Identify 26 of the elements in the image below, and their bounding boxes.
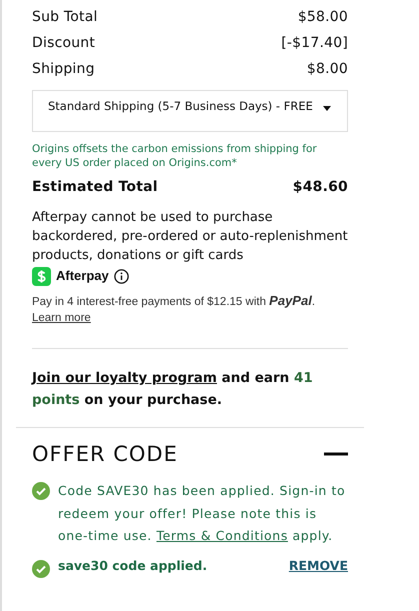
total-value: $48.60 bbox=[292, 179, 348, 195]
offer-code-title: OFFER CODE bbox=[32, 442, 178, 466]
carbon-note: Origins offsets the carbon emissions from shipping for every US order placed on Origins.com* bbox=[32, 142, 318, 170]
summary-value: $8.00 bbox=[306, 61, 348, 77]
loyalty-text: Join our loyalty program and earn 41 points on your purchase. bbox=[32, 369, 314, 410]
total-label: Estimated Total bbox=[32, 179, 158, 195]
check-icon bbox=[32, 560, 50, 578]
afterpay-brand: Afterpay bbox=[56, 267, 109, 285]
check-icon bbox=[32, 482, 50, 500]
caret-icon bbox=[323, 106, 331, 111]
afterpay-note: Afterpay cannot be used to purchase backordered, pre-ordered or auto-replenishment products, donations or gift cards bbox=[32, 210, 348, 263]
loyalty-link[interactable]: Join our loyalty program bbox=[32, 370, 217, 386]
terms-link[interactable]: Terms & Conditions bbox=[156, 528, 288, 543]
paypal-text: Pay in 4 interest-free payments of $12.15 with PayPal. bbox=[32, 296, 316, 308]
remove-link[interactable]: REMOVE bbox=[288, 558, 348, 572]
dollar-badge-icon bbox=[32, 266, 51, 286]
summary-value: $58.00 bbox=[298, 9, 348, 25]
summary-label: Shipping bbox=[32, 61, 95, 77]
info-icon[interactable] bbox=[114, 268, 129, 284]
learn-more-link[interactable]: Learn more bbox=[32, 312, 91, 324]
applied-text: save30 code applied. bbox=[58, 558, 208, 572]
summary-label: Sub Total bbox=[32, 9, 98, 25]
offer-message: Code SAVE30 has been applied. Sign-in to redeem your offer! Please note this is one-time use. Terms & Conditions apply. bbox=[58, 482, 346, 545]
summary-label: Discount bbox=[32, 35, 96, 51]
shipping-select[interactable]: Standard Shipping (5-7 Business Days) - FREE bbox=[32, 90, 348, 132]
summary-value: [-$17.40] bbox=[281, 35, 348, 51]
